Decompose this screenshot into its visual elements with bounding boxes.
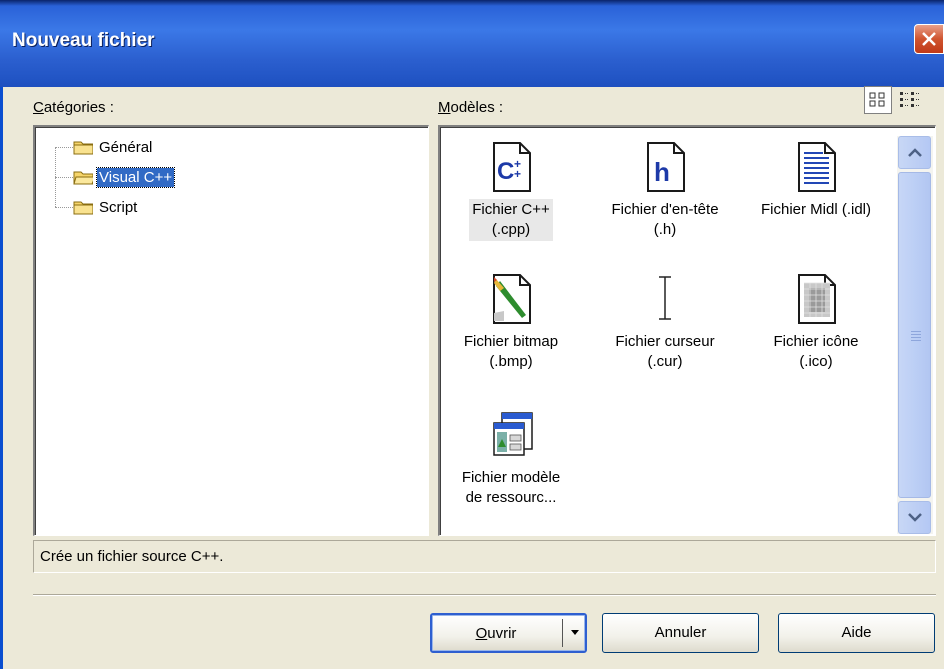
chevron-up-icon bbox=[908, 148, 922, 157]
templates-list[interactable]: C + + Fichier C++ (.cpp) h Fichier d'en-t… bbox=[438, 125, 936, 536]
scroll-up-button[interactable] bbox=[898, 136, 931, 169]
templates-scrollbar[interactable] bbox=[897, 136, 933, 534]
close-button[interactable] bbox=[914, 24, 944, 54]
template-cpp-file[interactable]: C + + Fichier C++ (.cpp) bbox=[436, 141, 586, 241]
list-view-button[interactable] bbox=[896, 86, 924, 114]
svg-text:C: C bbox=[497, 158, 514, 185]
open-folder-icon bbox=[73, 171, 93, 185]
template-resource-template[interactable]: Fichier modèle de ressourc... bbox=[436, 409, 586, 509]
window-frame bbox=[0, 87, 3, 669]
tree-item-visual-cpp[interactable]: Visual C++ bbox=[55, 166, 176, 188]
chevron-down-icon[interactable] bbox=[570, 629, 580, 637]
resource-template-icon bbox=[486, 409, 536, 461]
icon-file-icon bbox=[791, 273, 841, 325]
grip-icon bbox=[911, 331, 921, 343]
separator bbox=[33, 594, 936, 596]
idl-file-icon bbox=[791, 141, 841, 193]
window-title: Nouveau fichier bbox=[12, 30, 155, 51]
cpp-file-icon: C + + bbox=[486, 141, 536, 193]
cursor-file-icon bbox=[640, 273, 690, 325]
svg-text:+: + bbox=[514, 167, 521, 181]
template-bitmap-file[interactable]: Fichier bitmap (.bmp) bbox=[436, 273, 586, 373]
template-icon-file[interactable]: Fichier icône (.ico) bbox=[741, 273, 891, 373]
template-idl-file[interactable]: Fichier Midl (.idl) bbox=[741, 141, 891, 221]
svg-text:h: h bbox=[654, 157, 670, 187]
header-file-icon: h bbox=[640, 141, 690, 193]
split-divider bbox=[562, 619, 563, 647]
bitmap-file-icon bbox=[486, 273, 536, 325]
description-text: Crée un fichier source C++. bbox=[40, 548, 224, 565]
folder-icon bbox=[73, 201, 93, 215]
cancel-button[interactable]: Annuler bbox=[602, 613, 759, 653]
categories-tree[interactable]: Général Visual C++ Script bbox=[33, 125, 429, 536]
close-icon bbox=[922, 32, 936, 46]
open-split-button[interactable]: Ouvrir bbox=[430, 613, 587, 653]
template-header-file[interactable]: h Fichier d'en-tête (.h) bbox=[590, 141, 740, 241]
help-button[interactable]: Aide bbox=[778, 613, 935, 653]
folder-icon bbox=[73, 141, 93, 155]
scroll-thumb[interactable] bbox=[898, 172, 931, 498]
title-bar: Nouveau fichier bbox=[0, 0, 944, 87]
description-box: Crée un fichier source C++. bbox=[33, 540, 936, 573]
template-cursor-file[interactable]: Fichier curseur (.cur) bbox=[590, 273, 740, 373]
tree-item-script[interactable]: Script bbox=[55, 197, 139, 217]
tree-item-general[interactable]: Général bbox=[55, 137, 154, 157]
templates-label: Modèles : bbox=[438, 99, 504, 116]
chevron-down-icon bbox=[908, 513, 922, 522]
list-view-icon bbox=[900, 92, 920, 107]
categories-label: Catégories : bbox=[33, 99, 114, 116]
scroll-down-button[interactable] bbox=[898, 501, 931, 534]
large-icons-view-button[interactable] bbox=[864, 86, 892, 114]
open-button[interactable]: Ouvrir bbox=[432, 615, 560, 653]
large-icons-view-icon bbox=[869, 92, 885, 107]
